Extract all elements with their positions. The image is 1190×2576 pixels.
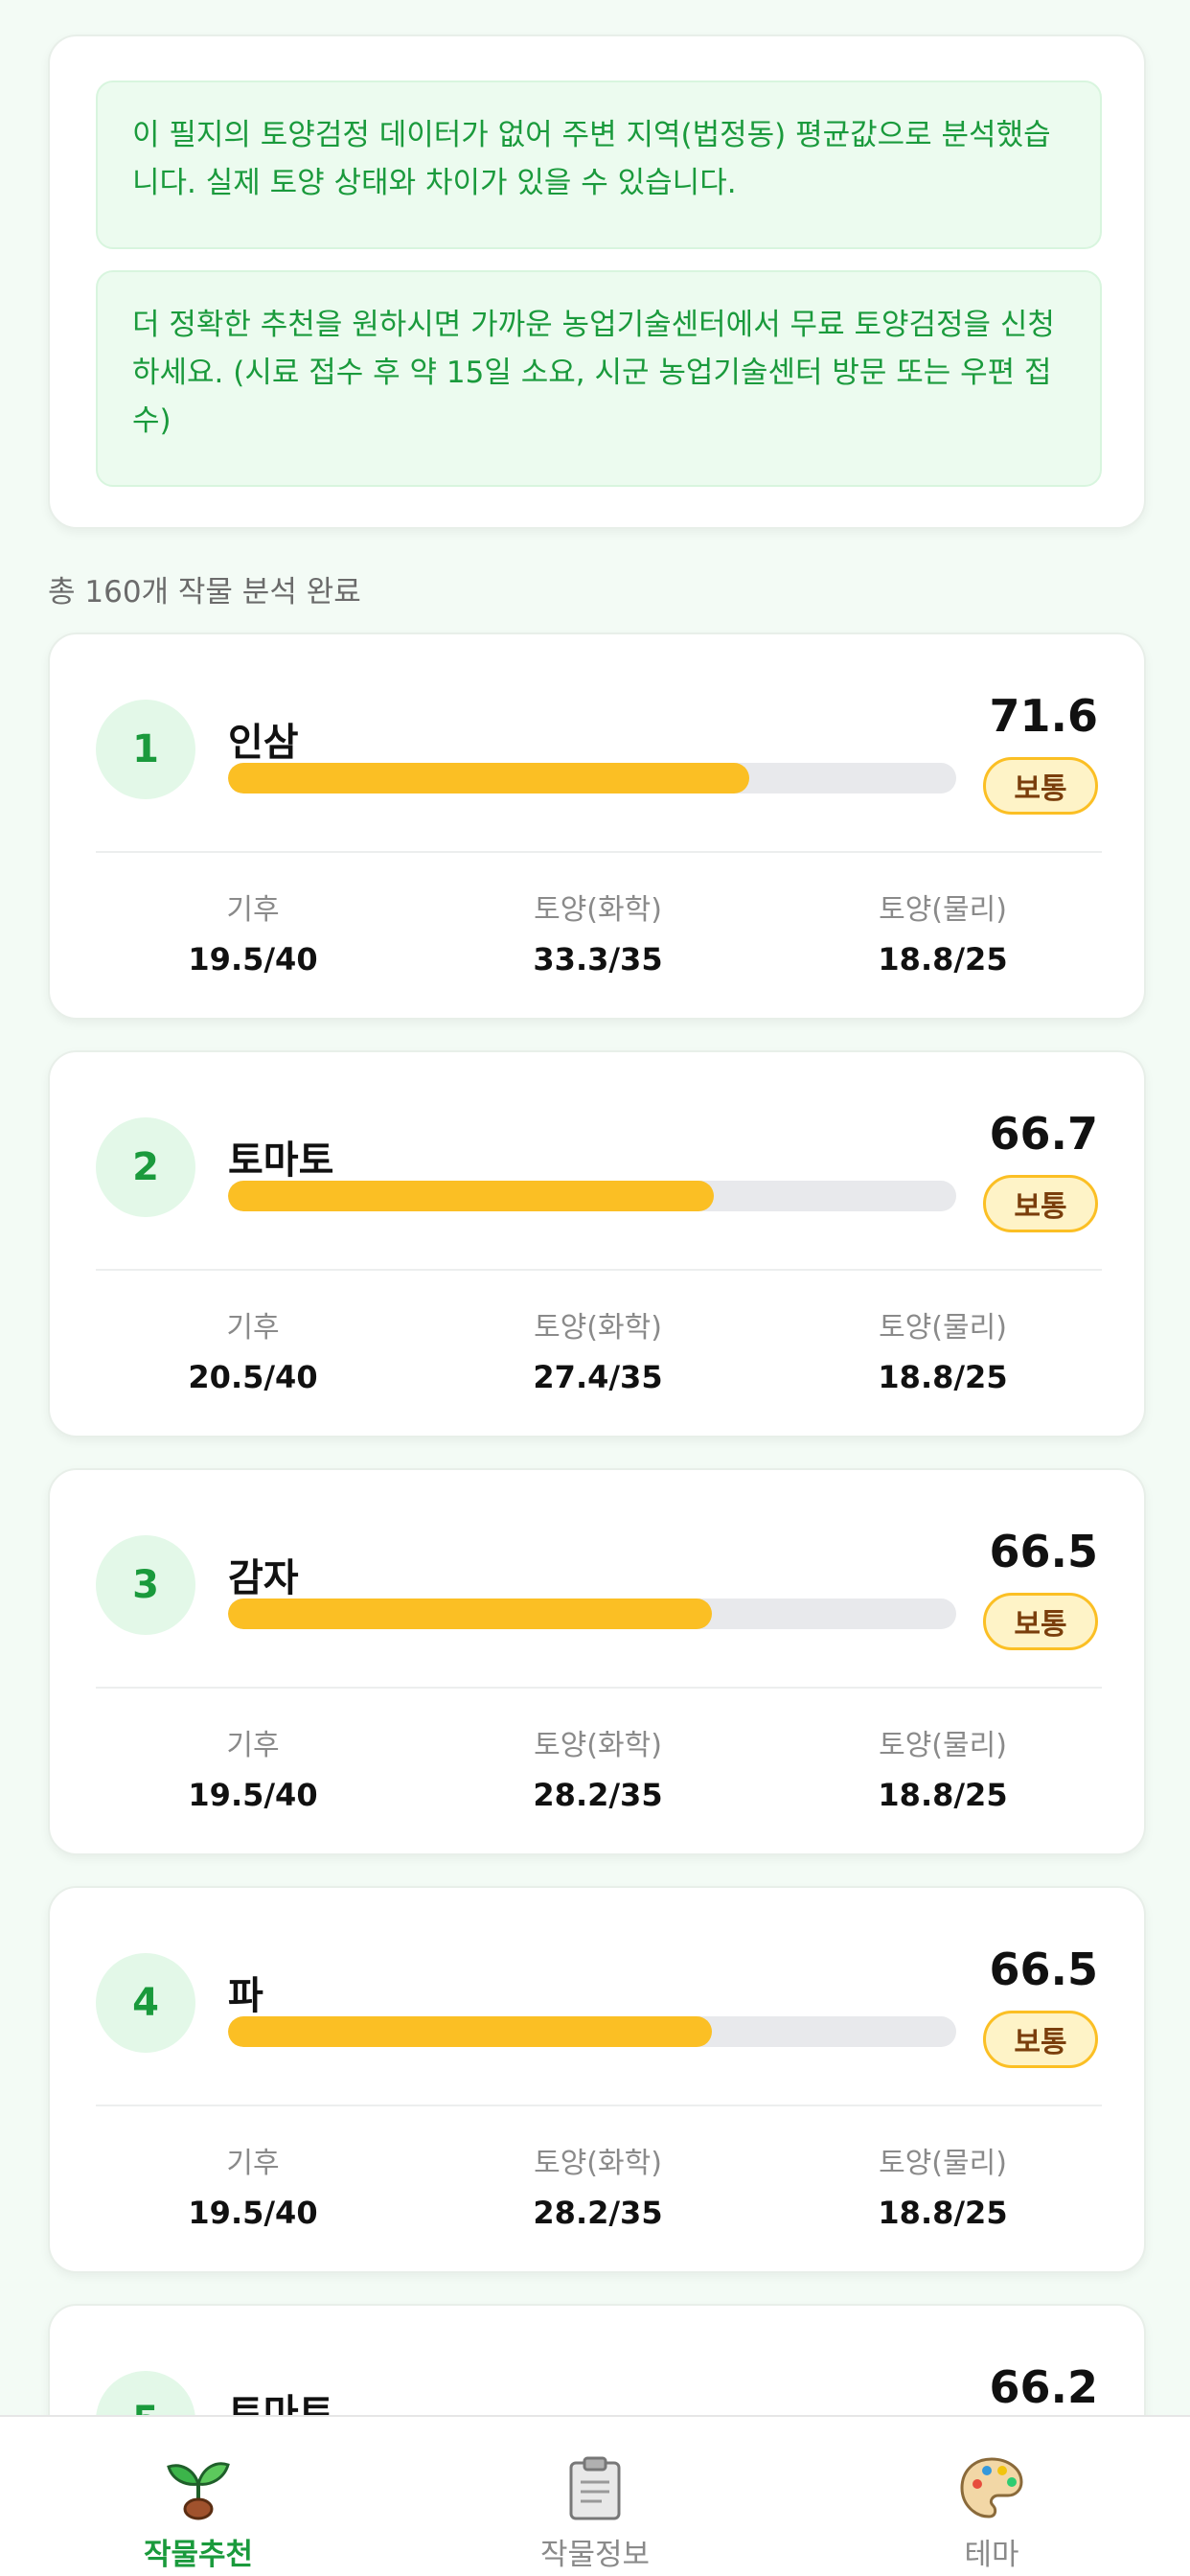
rank-badge: 5 <box>96 2371 195 2415</box>
soil-phys-label: 토양(물리) <box>879 893 1007 927</box>
score-bar <box>228 763 956 794</box>
score-bar-fill <box>228 763 750 794</box>
average-data-notice: 이 필지의 토양검정 데이터가 없어 주변 지역(법정동) 평균값으로 분석했습… <box>96 80 1102 249</box>
crop-name: 감자 <box>228 1556 299 1600</box>
divider <box>96 1269 1102 1271</box>
score-bar-fill <box>228 1181 714 1211</box>
crop-card[interactable]: 5 토마토 66.2 보통 <box>48 2304 1146 2415</box>
soil-phys-label: 토양(물리) <box>879 2147 1007 2180</box>
crop-score: 71.6 <box>989 690 1099 742</box>
soil-phys-metric: 토양(물리) 18.8/25 <box>799 886 1087 978</box>
rank-badge: 4 <box>96 1953 195 2053</box>
crop-card[interactable]: 4 파 66.5 보통 기후 19.5/40 토양(화학) 28.2/35 토양… <box>48 1886 1146 2273</box>
climate-value: 20.5/40 <box>188 1359 318 1395</box>
soil-chem-label: 토양(화학) <box>534 893 662 927</box>
crop-name: 인삼 <box>228 721 299 765</box>
crop-name: 파 <box>228 1974 263 2018</box>
climate-label: 기후 <box>226 893 280 927</box>
soil-chem-metric: 토양(화학) 28.2/35 <box>454 2139 742 2231</box>
crop-card[interactable]: 2 토마토 66.7 보통 기후 20.5/40 토양(화학) 27.4/35 … <box>48 1050 1146 1438</box>
climate-metric: 기후 19.5/40 <box>109 886 397 978</box>
soil-chem-metric: 토양(화학) 27.4/35 <box>454 1303 742 1395</box>
grade-badge: 보통 <box>983 1175 1098 1232</box>
analysis-summary: 총 160개 작물 분석 완료 <box>48 575 361 610</box>
soil-phys-label: 토양(물리) <box>879 1311 1007 1345</box>
rank-badge: 3 <box>96 1535 195 1635</box>
climate-value: 19.5/40 <box>188 1777 318 1813</box>
rank-badge: 1 <box>96 700 195 799</box>
crop-score: 66.5 <box>989 1944 1099 1995</box>
soil-chem-metric: 토양(화학) 28.2/35 <box>454 1721 742 1813</box>
palette-icon <box>960 2457 1023 2518</box>
climate-label: 기후 <box>226 2147 280 2180</box>
soil-test-recommendation-notice: 더 정확한 추천을 원하시면 가까운 농업기술센터에서 무료 토양검정을 신청하… <box>96 270 1102 487</box>
score-bar <box>228 1598 956 1629</box>
soil-chem-label: 토양(화학) <box>534 1311 662 1345</box>
climate-label: 기후 <box>226 1729 280 1762</box>
soil-chem-value: 28.2/35 <box>533 2195 663 2231</box>
crop-name: 토마토 <box>228 1138 334 1183</box>
soil-chem-label: 토양(화학) <box>534 1729 662 1762</box>
grade-badge: 보통 <box>983 2011 1098 2068</box>
climate-value: 19.5/40 <box>188 2195 318 2231</box>
clipboard-icon <box>569 2456 621 2520</box>
sprout-icon <box>167 2462 230 2520</box>
nav-label: 작물추천 <box>143 2538 254 2572</box>
climate-metric: 기후 19.5/40 <box>109 2139 397 2231</box>
crop-card[interactable]: 1 인삼 71.6 보통 기후 19.5/40 토양(화학) 33.3/35 토… <box>48 632 1146 1020</box>
climate-metric: 기후 19.5/40 <box>109 1721 397 1813</box>
grade-badge: 보통 <box>983 757 1098 815</box>
soil-chem-value: 27.4/35 <box>533 1359 663 1395</box>
score-bar <box>228 1181 956 1211</box>
soil-phys-metric: 토양(물리) 18.8/25 <box>799 1303 1087 1395</box>
crop-score: 66.2 <box>989 2361 1099 2413</box>
divider <box>96 851 1102 853</box>
nav-label: 작물정보 <box>539 2538 651 2572</box>
nav-tab-crop-info[interactable]: 작물정보 <box>397 2417 793 2576</box>
crop-score: 66.7 <box>989 1108 1099 1160</box>
soil-chem-value: 28.2/35 <box>533 1777 663 1813</box>
soil-data-notice-card: 이 필지의 토양검정 데이터가 없어 주변 지역(법정동) 평균값으로 분석했습… <box>48 34 1146 529</box>
divider <box>96 1687 1102 1689</box>
soil-chem-metric: 토양(화학) 33.3/35 <box>454 886 742 978</box>
soil-phys-metric: 토양(물리) 18.8/25 <box>799 1721 1087 1813</box>
soil-chem-value: 33.3/35 <box>533 941 663 978</box>
score-bar-fill <box>228 1598 713 1629</box>
soil-phys-value: 18.8/25 <box>878 1777 1008 1813</box>
climate-metric: 기후 20.5/40 <box>109 1303 397 1395</box>
soil-phys-value: 18.8/25 <box>878 1359 1008 1395</box>
soil-chem-label: 토양(화학) <box>534 2147 662 2180</box>
crop-card[interactable]: 3 감자 66.5 보통 기후 19.5/40 토양(화학) 28.2/35 토… <box>48 1468 1146 1855</box>
climate-label: 기후 <box>226 1311 280 1345</box>
nav-tab-crop-recommend[interactable]: 작물추천 <box>0 2417 397 2576</box>
bottom-navigation: 작물추천 작물정보 테마 <box>0 2415 1190 2576</box>
nav-label: 테마 <box>964 2538 1019 2572</box>
rank-badge: 2 <box>96 1117 195 1217</box>
soil-phys-label: 토양(물리) <box>879 1729 1007 1762</box>
grade-badge: 보통 <box>983 1593 1098 1650</box>
score-bar <box>228 2016 956 2047</box>
soil-phys-metric: 토양(물리) 18.8/25 <box>799 2139 1087 2231</box>
divider <box>96 2104 1102 2106</box>
climate-value: 19.5/40 <box>188 941 318 978</box>
soil-phys-value: 18.8/25 <box>878 941 1008 978</box>
crop-name: 토마토 <box>228 2392 334 2415</box>
nav-tab-theme[interactable]: 테마 <box>793 2417 1190 2576</box>
results-scroll-area[interactable]: 이 필지의 토양검정 데이터가 없어 주변 지역(법정동) 평균값으로 분석했습… <box>0 0 1190 2415</box>
score-bar-fill <box>228 2016 713 2047</box>
soil-phys-value: 18.8/25 <box>878 2195 1008 2231</box>
crop-score: 66.5 <box>989 1526 1099 1577</box>
